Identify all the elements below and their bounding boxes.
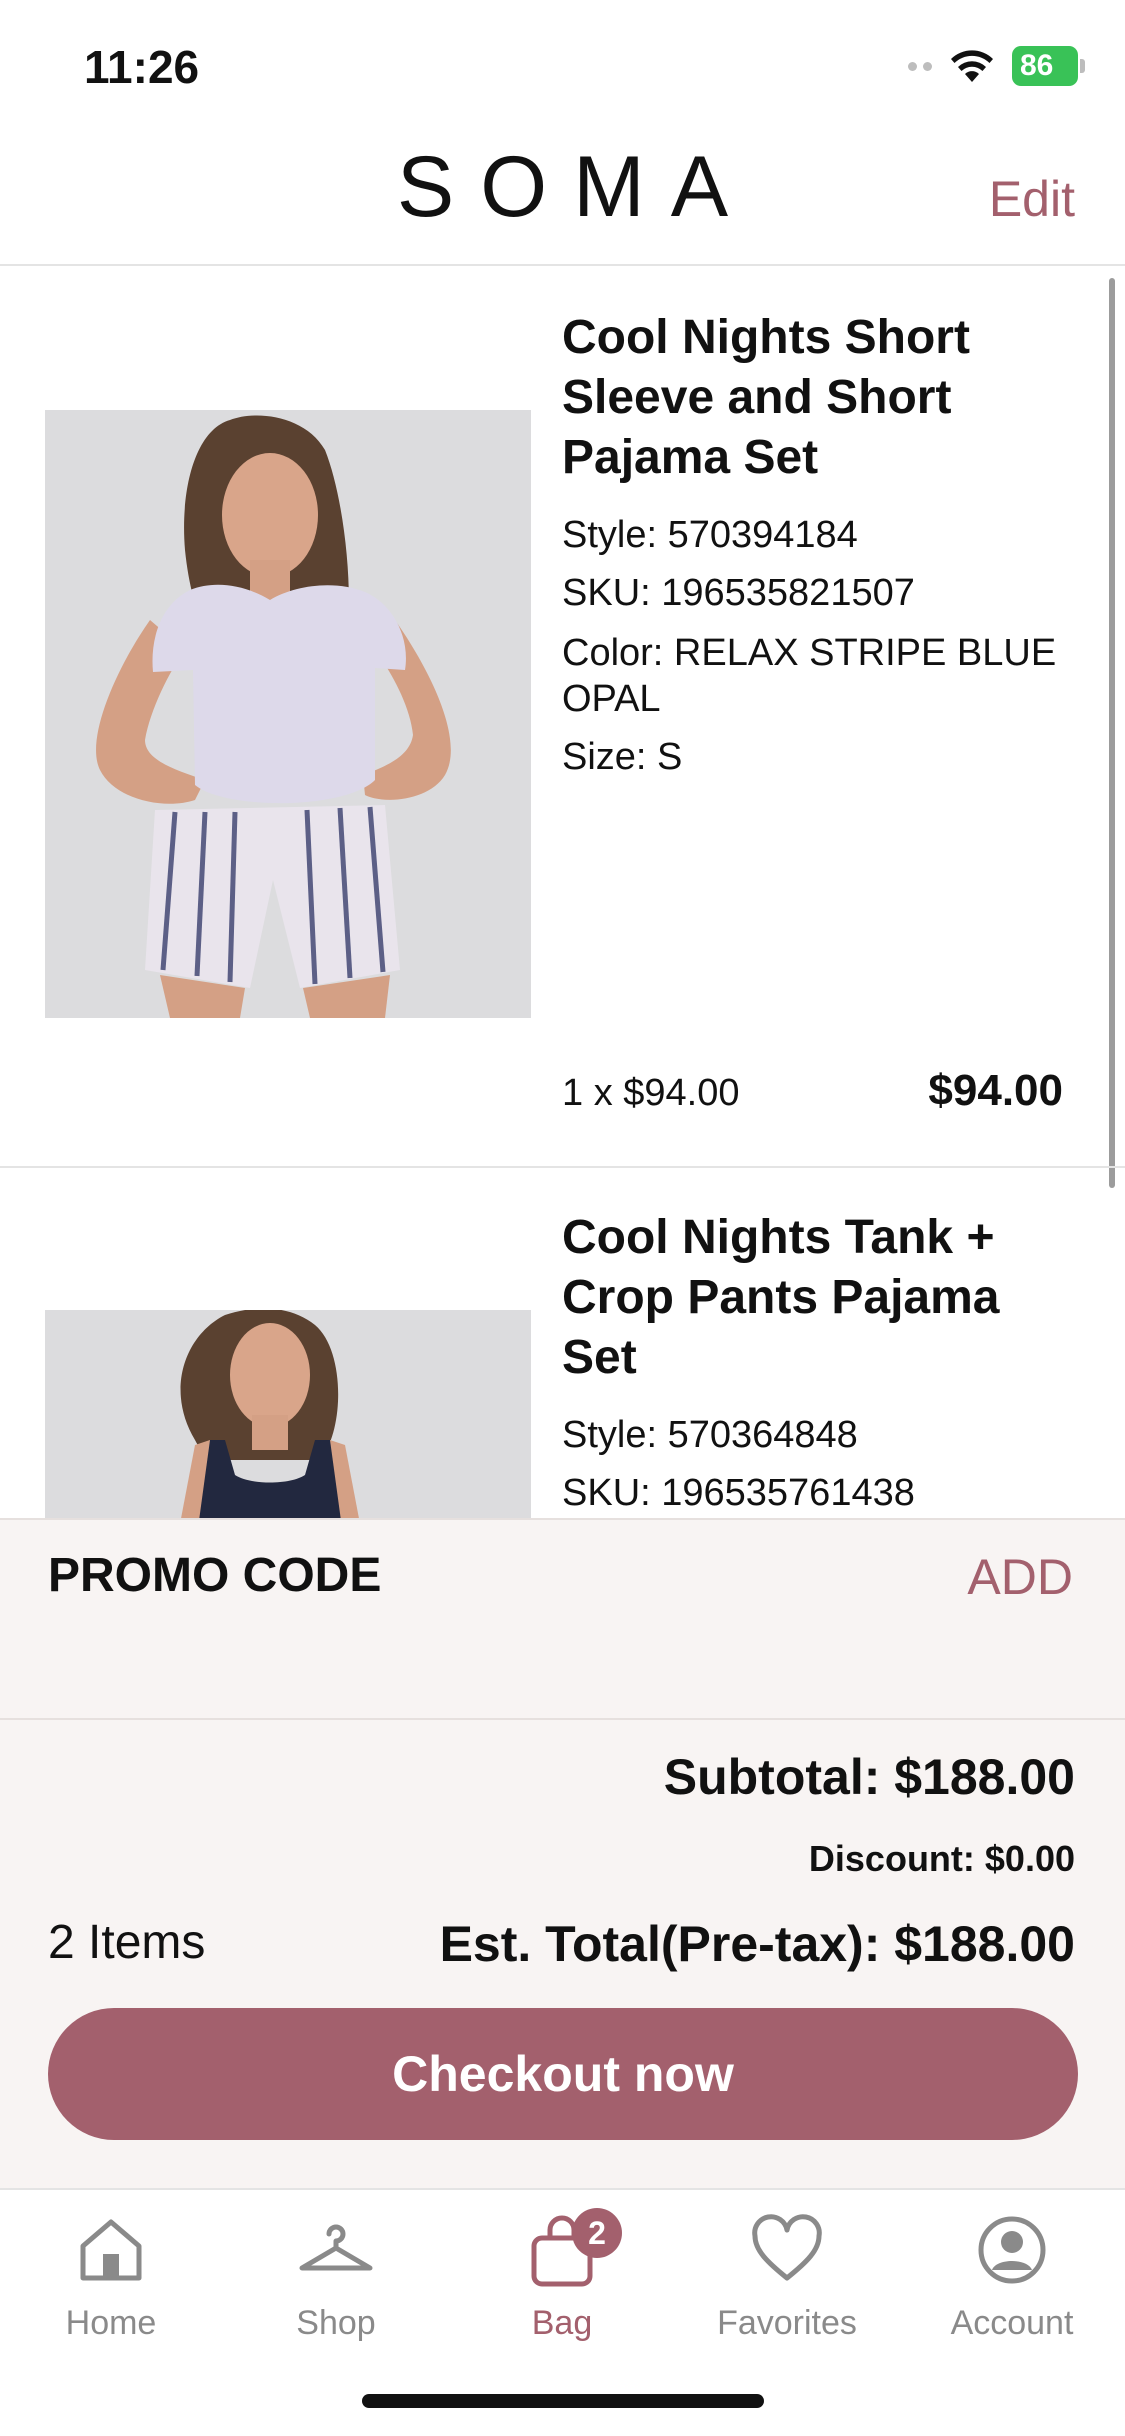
product-info: Cool Nights Tank + Crop Pants Pajama Set… [562, 1208, 1075, 1518]
cart-item[interactable]: Cool Nights Short Sleeve and Short Pajam… [0, 268, 1125, 1168]
checkout-button[interactable]: Checkout now [48, 2008, 1078, 2140]
wifi-icon [951, 50, 993, 82]
home-icon [80, 2219, 142, 2281]
battery-icon: 86 [1012, 46, 1085, 86]
cart-list[interactable]: Cool Nights Short Sleeve and Short Pajam… [0, 268, 1125, 1518]
tab-favorites[interactable]: Favorites [687, 2210, 887, 2343]
battery-level: 86 [1012, 46, 1078, 86]
brand-logo: SOMA [396, 139, 755, 235]
product-sku: SKU: 196535821507 [562, 572, 915, 614]
edit-button[interactable]: Edit [989, 170, 1075, 228]
cart-item[interactable]: Cool Nights Tank + Crop Pants Pajama Set… [0, 1168, 1125, 1518]
tab-bag[interactable]: 2 Bag [462, 2208, 662, 2343]
account-icon [978, 2216, 1046, 2284]
subtotal: Subtotal: $188.00 [663, 1749, 1075, 1805]
bag-count-badge: 2 [572, 2208, 622, 2258]
product-line-total: $94.00 [928, 1066, 1063, 1115]
tab-shop-label: Shop [296, 2304, 376, 2342]
promo-code-row: PROMO CODE ADD [0, 1518, 1125, 1720]
product-photo-icon [45, 410, 531, 1018]
product-color: Color: RELAX STRIPE BLUE OPAL [562, 632, 1057, 720]
product-style: Style: 570394184 [562, 514, 858, 556]
promo-code-label: PROMO CODE [48, 1549, 382, 1602]
tab-favorites-label: Favorites [717, 2304, 857, 2342]
order-summary: Subtotal: $188.00 Discount: $0.00 2 Item… [0, 1720, 1125, 2188]
product-photo-icon [45, 1310, 531, 1518]
tab-home-label: Home [65, 2304, 157, 2342]
heart-icon [752, 2214, 822, 2281]
tab-shop[interactable]: Shop [236, 2210, 436, 2343]
product-style: Style: 570364848 [562, 1414, 858, 1456]
tab-account[interactable]: Account [912, 2210, 1112, 2343]
product-name[interactable]: Cool Nights Tank + Crop Pants Pajama Set [562, 1208, 1075, 1388]
product-image[interactable] [45, 1310, 531, 1518]
product-name[interactable]: Cool Nights Short Sleeve and Short Pajam… [562, 308, 1075, 488]
tab-bag-label: Bag [531, 2304, 593, 2342]
status-bar: 11:26 86 [0, 0, 1125, 130]
tab-account-label: Account [950, 2304, 1074, 2342]
item-count: 2 Items [48, 1916, 206, 1969]
product-image[interactable] [45, 410, 531, 1018]
discount: Discount: $0.00 [808, 1838, 1075, 1879]
product-sku: SKU: 196535761438 [562, 1472, 915, 1514]
tab-home[interactable]: Home [11, 2210, 211, 2343]
status-icons: 86 [908, 46, 1085, 86]
promo-add-button[interactable]: ADD [967, 1548, 1073, 1606]
app-header: SOMA Edit [0, 130, 1125, 266]
hanger-icon [299, 2224, 373, 2271]
product-info: Cool Nights Short Sleeve and Short Pajam… [562, 308, 1075, 786]
home-indicator[interactable] [362, 2394, 764, 2408]
cellular-signal-icon [908, 61, 932, 71]
product-qty-price: 1 x $94.00 [562, 1072, 740, 1114]
estimated-total: Est. Total(Pre-tax): $188.00 [439, 1916, 1075, 1972]
product-size: Size: S [562, 736, 683, 778]
status-time: 11:26 [84, 41, 200, 93]
